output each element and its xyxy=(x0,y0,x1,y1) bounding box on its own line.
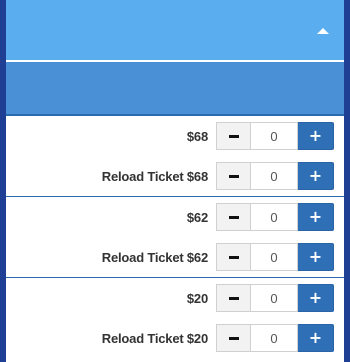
sub-header-bar xyxy=(6,62,344,116)
decrement-button[interactable] xyxy=(216,243,250,271)
collapse-toggle-button[interactable] xyxy=(312,20,334,42)
plus-icon: + xyxy=(308,207,323,226)
increment-button[interactable]: + xyxy=(298,122,334,150)
minus-icon xyxy=(228,134,239,138)
section-header-bar xyxy=(6,0,344,62)
quantity-stepper: + xyxy=(216,122,334,150)
ticket-group-62: $62 + Reload Ticket $62 + xyxy=(6,197,344,278)
quantity-stepper: + xyxy=(216,203,334,231)
ticket-group-20: $20 + Reload Ticket $20 + xyxy=(6,278,344,358)
plus-icon: + xyxy=(308,328,323,347)
decrement-button[interactable] xyxy=(216,284,250,312)
ticket-label: $20 xyxy=(186,290,208,306)
minus-icon xyxy=(228,215,239,219)
ticket-row: Reload Ticket $20 + xyxy=(6,318,344,358)
quantity-input[interactable] xyxy=(250,162,298,190)
minus-icon xyxy=(228,255,239,259)
quantity-stepper: + xyxy=(216,162,334,190)
ticket-group-68: $68 + Reload Ticket $68 + xyxy=(6,116,344,197)
ticket-panel: $68 + Reload Ticket $68 + $62 xyxy=(6,0,344,362)
caret-up-icon xyxy=(317,28,329,34)
ticket-row: Reload Ticket $62 + xyxy=(6,237,344,277)
increment-button[interactable]: + xyxy=(298,243,334,271)
minus-icon xyxy=(228,174,239,178)
minus-icon xyxy=(228,336,239,340)
quantity-input[interactable] xyxy=(250,243,298,271)
quantity-stepper: + xyxy=(216,284,334,312)
quantity-input[interactable] xyxy=(250,284,298,312)
decrement-button[interactable] xyxy=(216,203,250,231)
decrement-button[interactable] xyxy=(216,324,250,352)
ticket-label: Reload Ticket $20 xyxy=(101,330,208,346)
ticket-list: $68 + Reload Ticket $68 + $62 xyxy=(6,116,344,358)
ticket-label: $62 xyxy=(186,209,208,225)
increment-button[interactable]: + xyxy=(298,324,334,352)
ticket-label: Reload Ticket $62 xyxy=(101,249,208,265)
decrement-button[interactable] xyxy=(216,162,250,190)
ticket-label: Reload Ticket $68 xyxy=(101,168,208,184)
quantity-input[interactable] xyxy=(250,122,298,150)
quantity-input[interactable] xyxy=(250,324,298,352)
ticket-row: $62 + xyxy=(6,197,344,237)
right-border-strip xyxy=(344,0,350,362)
ticket-row: $20 + xyxy=(6,278,344,318)
plus-icon: + xyxy=(308,247,323,266)
plus-icon: + xyxy=(308,126,323,145)
quantity-stepper: + xyxy=(216,324,334,352)
ticket-label: $68 xyxy=(186,128,208,144)
quantity-stepper: + xyxy=(216,243,334,271)
minus-icon xyxy=(228,296,239,300)
increment-button[interactable]: + xyxy=(298,203,334,231)
decrement-button[interactable] xyxy=(216,122,250,150)
increment-button[interactable]: + xyxy=(298,162,334,190)
plus-icon: + xyxy=(308,166,323,185)
plus-icon: + xyxy=(308,288,323,307)
increment-button[interactable]: + xyxy=(298,284,334,312)
ticket-row: $68 + xyxy=(6,116,344,156)
quantity-input[interactable] xyxy=(250,203,298,231)
ticket-row: Reload Ticket $68 + xyxy=(6,156,344,196)
